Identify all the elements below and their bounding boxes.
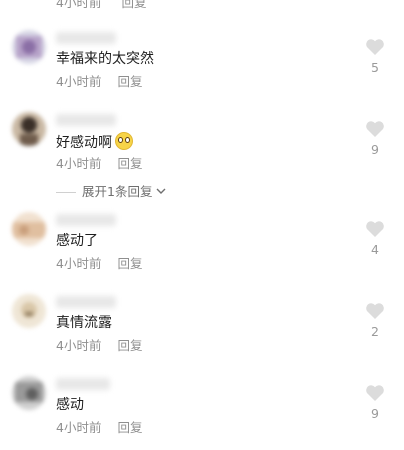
comment-meta: 4小时前 回复 (56, 256, 142, 272)
like-count: 5 (371, 60, 379, 75)
username[interactable] (56, 32, 116, 44)
comment-time: 4小时前 (56, 420, 102, 435)
comment-text: 幸福来的太突然 (56, 51, 154, 67)
username[interactable] (56, 114, 116, 126)
username[interactable] (56, 378, 110, 390)
comment-meta: 4小时前 回复 (56, 74, 142, 90)
comment-text: 感动 (56, 397, 84, 413)
like-count: 4 (371, 242, 379, 257)
comment-text: 感动了 (56, 233, 98, 249)
comment-meta: 4小时前 回复 (56, 338, 142, 354)
like-count: 2 (371, 324, 379, 339)
like-count: 9 (371, 406, 379, 421)
comment-time: 4小时前 (56, 338, 102, 353)
heart-icon (366, 385, 384, 401)
expand-replies-label: 展开1条回复 (82, 184, 153, 199)
avatar[interactable] (12, 212, 46, 246)
like-count: 9 (371, 142, 379, 157)
heart-icon (366, 121, 384, 137)
like-button[interactable]: 9 (363, 120, 387, 157)
comment-text-content: 好感动啊 (56, 135, 112, 151)
avatar[interactable] (12, 376, 46, 410)
like-button[interactable]: 5 (363, 38, 387, 75)
comment-meta: 4小时前 回复 (56, 420, 142, 436)
reply-button[interactable]: 回复 (117, 420, 142, 435)
reply-button[interactable]: 回复 (121, 0, 146, 10)
heart-icon (366, 221, 384, 237)
avatar[interactable] (12, 30, 46, 64)
comment-meta: 4小时前 回复 (56, 156, 142, 172)
heart-icon (366, 303, 384, 319)
avatar[interactable] (12, 294, 46, 328)
moved-emoji-icon (115, 132, 133, 150)
comment-time: 4小时前 (56, 0, 102, 10)
comment-time: 4小时前 (56, 156, 102, 171)
like-button[interactable]: 2 (363, 302, 387, 339)
previous-comment-meta: 4小时前 回复 (56, 0, 146, 11)
reply-button[interactable]: 回复 (117, 338, 142, 353)
comment-text: 好感动啊 (56, 132, 133, 152)
like-button[interactable]: 9 (363, 384, 387, 421)
reply-button[interactable]: 回复 (117, 74, 142, 89)
like-button[interactable]: 4 (363, 220, 387, 257)
avatar[interactable] (12, 112, 46, 146)
comment-time: 4小时前 (56, 256, 102, 271)
comment-text: 真情流露 (56, 315, 112, 331)
expand-replies-button[interactable]: 展开1条回复 (56, 184, 166, 200)
heart-icon (366, 39, 384, 55)
comment-time: 4小时前 (56, 74, 102, 89)
chevron-down-icon (156, 188, 166, 194)
username[interactable] (56, 214, 116, 226)
reply-button[interactable]: 回复 (117, 156, 142, 171)
username[interactable] (56, 296, 116, 308)
reply-button[interactable]: 回复 (117, 256, 142, 271)
divider (56, 192, 76, 193)
